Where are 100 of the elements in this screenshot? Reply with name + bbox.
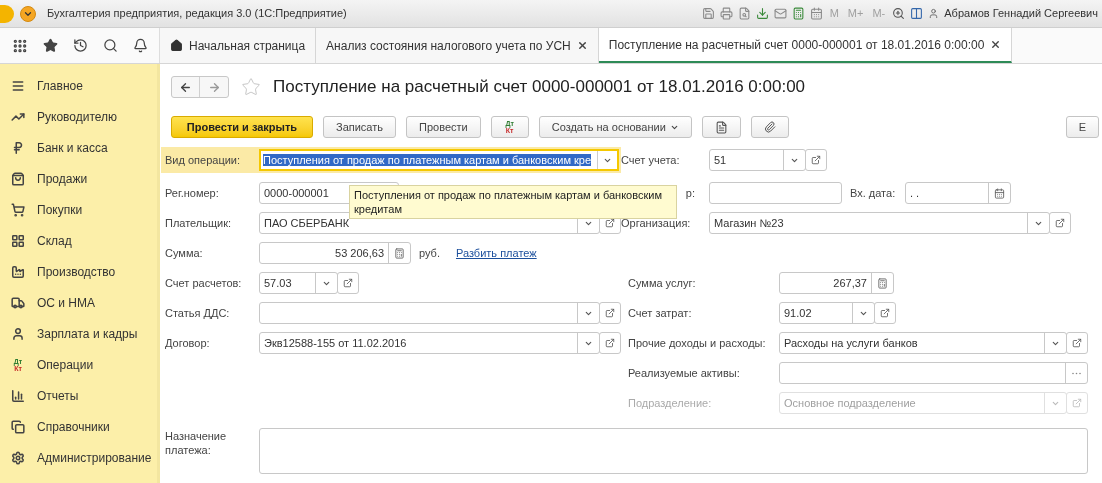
sidebar-item[interactable]: Отчеты bbox=[0, 380, 157, 411]
select-field[interactable]: 91.02 bbox=[779, 302, 875, 324]
field-label: Прочие доходы и расходы: bbox=[628, 335, 767, 351]
select-field[interactable]: Расходы на услуги банков bbox=[779, 332, 1067, 354]
field-label: Вх. дата: bbox=[850, 185, 897, 201]
books-icon bbox=[11, 419, 25, 434]
mail-icon[interactable] bbox=[773, 7, 787, 20]
open-icon bbox=[1072, 338, 1082, 348]
split-payment-link[interactable]: Разбить платеж bbox=[456, 244, 537, 262]
document-title: Поступление на расчетный счет 0000-000001 от 18.01.2016 0:00:00 bbox=[273, 76, 806, 99]
text-field[interactable] bbox=[709, 182, 842, 204]
sidebar-item[interactable]: Зарплата и кадры bbox=[0, 318, 157, 349]
panels-icon[interactable] bbox=[910, 7, 924, 20]
menu-button[interactable] bbox=[20, 5, 36, 22]
apps-icon[interactable] bbox=[11, 37, 28, 54]
paperclip-icon bbox=[763, 121, 776, 133]
date-field[interactable]: . . bbox=[905, 182, 1011, 204]
tooltip: Поступления от продаж по платежным картам и банковским кредитам bbox=[349, 185, 677, 219]
sidebar-item[interactable]: ОС и НМА bbox=[0, 287, 157, 318]
select-field[interactable]: Поступления от продаж по платежным картам и банковским кре bbox=[259, 149, 619, 171]
sidebar-item[interactable]: Склад bbox=[0, 225, 157, 256]
sidebar-item[interactable]: Производство bbox=[0, 256, 157, 287]
report-button[interactable] bbox=[701, 116, 741, 138]
sidebar-item[interactable]: Банк и касса bbox=[0, 132, 157, 163]
open-button[interactable] bbox=[805, 149, 827, 171]
factory-icon bbox=[11, 264, 25, 279]
open-icon bbox=[605, 308, 615, 318]
field-label: Счет затрат: bbox=[628, 305, 693, 321]
notifications-icon[interactable] bbox=[132, 38, 148, 53]
bag-icon bbox=[11, 171, 25, 186]
document-icon bbox=[714, 120, 728, 134]
sidebar-item[interactable]: Покупки bbox=[0, 194, 157, 225]
field-label: Статья ДДС: bbox=[165, 305, 231, 321]
create-based-on-button[interactable]: Создать на основании bbox=[538, 116, 692, 138]
arrow-left-icon bbox=[179, 80, 192, 94]
open-button[interactable] bbox=[599, 332, 621, 354]
field-label: Вид операции: bbox=[165, 152, 242, 168]
toolbar-button[interactable]: Записать bbox=[323, 116, 396, 138]
choice-field[interactable] bbox=[779, 362, 1088, 384]
calculator-icon[interactable] bbox=[791, 7, 805, 20]
sidebar-item[interactable]: Справочники bbox=[0, 411, 157, 442]
open-button[interactable] bbox=[1066, 332, 1088, 354]
menu-icon bbox=[11, 78, 25, 93]
favorites-icon[interactable] bbox=[42, 38, 58, 53]
preview-icon[interactable] bbox=[737, 7, 751, 20]
user-name[interactable]: Абрамов Геннадий Сергеевич bbox=[944, 5, 1098, 22]
settings-icon bbox=[11, 450, 25, 465]
app-logo-icon bbox=[0, 4, 14, 23]
select-field[interactable] bbox=[259, 302, 600, 324]
payment-purpose-field[interactable] bbox=[259, 428, 1088, 474]
window-title: Бухгалтерия предприятия, редакция 3.0 (1С:Предприятие) bbox=[47, 6, 347, 22]
zoom-icon[interactable] bbox=[892, 7, 906, 20]
select-field[interactable]: Магазин №23 bbox=[709, 212, 1050, 234]
number-field[interactable]: 267,37 bbox=[779, 272, 894, 294]
toolbar-button[interactable]: Провести bbox=[406, 116, 481, 138]
save-icon[interactable] bbox=[701, 7, 715, 20]
print-icon[interactable] bbox=[719, 7, 733, 20]
calendar-icon[interactable] bbox=[809, 7, 823, 20]
field-label: Договор: bbox=[165, 335, 211, 351]
open-button[interactable] bbox=[1049, 212, 1071, 234]
grid-icon bbox=[11, 233, 25, 248]
favorite-star-icon[interactable] bbox=[241, 77, 261, 97]
select-field[interactable]: 57.03 bbox=[259, 272, 338, 294]
select-field[interactable]: Экв12588-155 от 11.02.2016 bbox=[259, 332, 600, 354]
open-icon bbox=[1055, 218, 1065, 228]
open-button[interactable] bbox=[599, 302, 621, 324]
open-icon bbox=[343, 278, 353, 288]
select-field[interactable]: 51 bbox=[709, 149, 806, 171]
sidebar-item[interactable]: Администрирование bbox=[0, 442, 157, 473]
open-button[interactable] bbox=[337, 272, 359, 294]
user-icon bbox=[928, 8, 940, 19]
toolbar-button[interactable]: Е bbox=[1065, 116, 1099, 138]
field-label: р: bbox=[685, 185, 695, 201]
attach-button[interactable] bbox=[750, 116, 789, 138]
sidebar-item[interactable]: Главное bbox=[0, 70, 157, 101]
field-label: Сумма: bbox=[165, 245, 204, 261]
field-label: Плательщик: bbox=[165, 215, 233, 231]
open-icon bbox=[605, 218, 615, 228]
calendar-icon bbox=[994, 187, 1005, 199]
download-icon[interactable] bbox=[755, 7, 769, 20]
home-icon bbox=[170, 39, 183, 52]
close-icon[interactable] bbox=[990, 39, 1002, 50]
sidebar-item[interactable]: Продажи bbox=[0, 163, 157, 194]
open-icon bbox=[1072, 398, 1082, 408]
open-icon bbox=[811, 155, 821, 165]
sidebar-item[interactable]: Руководителю bbox=[0, 101, 157, 132]
open-icon bbox=[605, 338, 615, 348]
close-icon[interactable] bbox=[576, 40, 588, 51]
truck-icon bbox=[11, 295, 25, 310]
open-button[interactable] bbox=[874, 302, 896, 324]
ellipsis-icon bbox=[1072, 371, 1081, 375]
history-icon[interactable] bbox=[72, 38, 88, 53]
bar-chart-icon bbox=[11, 388, 25, 403]
number-field[interactable]: 53 206,63 bbox=[259, 242, 411, 264]
search-icon[interactable] bbox=[102, 38, 118, 53]
arrow-right-icon bbox=[207, 80, 221, 94]
tab[interactable]: Поступление на расчетный счет 0000-000001 от 18.01.2016 0:00:00 bbox=[598, 28, 1013, 63]
field-label: Подразделение: bbox=[628, 395, 713, 411]
calculator-icon bbox=[394, 247, 405, 259]
post-and-close-button[interactable]: Провести и закрыть bbox=[171, 116, 313, 138]
